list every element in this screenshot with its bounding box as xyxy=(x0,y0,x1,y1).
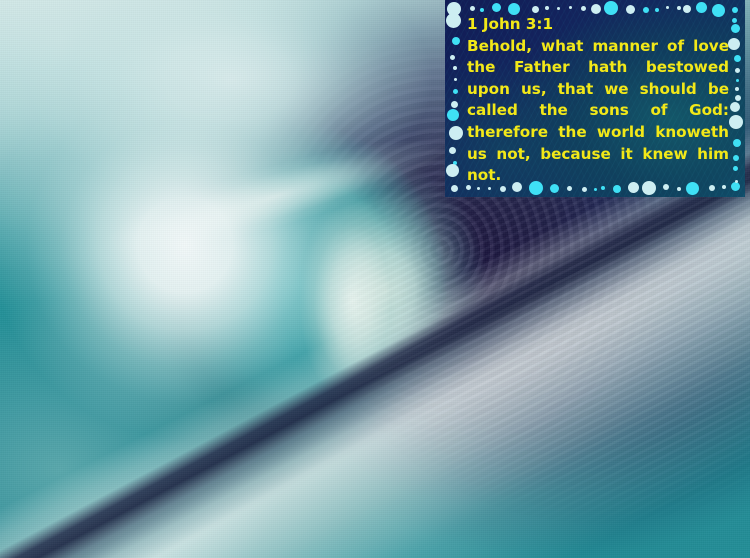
wave-scripture-image: 1 John 3:1 Behold, what manner of love t… xyxy=(0,0,750,558)
verse-body-text: Behold, what manner of love the Father h… xyxy=(467,36,729,185)
verse-reference: 1 John 3:1 xyxy=(467,15,554,33)
verse-text-block: 1 John 3:1 Behold, what manner of love t… xyxy=(467,14,729,187)
scripture-verse-card: 1 John 3:1 Behold, what manner of love t… xyxy=(445,0,745,197)
